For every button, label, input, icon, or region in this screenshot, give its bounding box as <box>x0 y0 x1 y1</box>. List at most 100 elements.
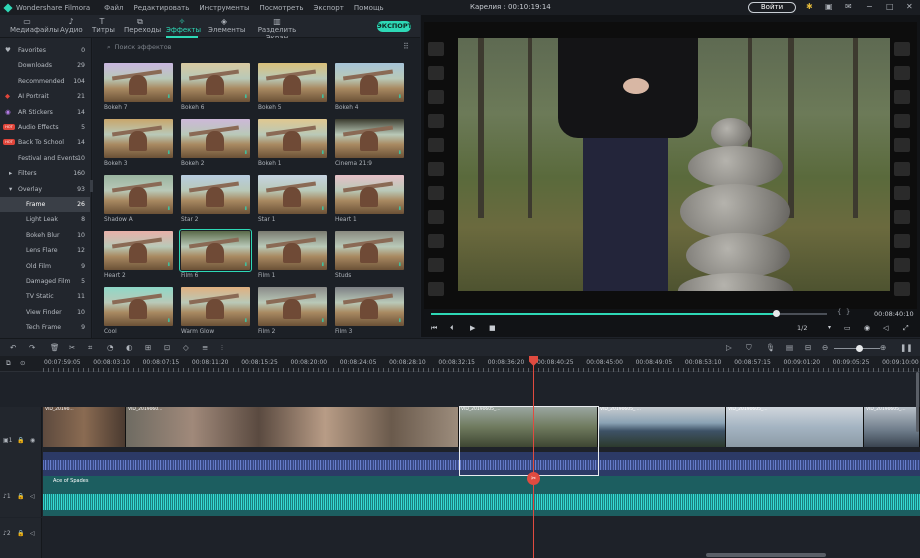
stop-icon[interactable]: ■ <box>489 324 496 332</box>
menu-export[interactable]: Экспорт <box>313 4 343 12</box>
download-icon[interactable]: ⬇ <box>167 150 171 156</box>
render-icon[interactable]: ▷ <box>726 343 732 352</box>
motion-icon[interactable]: ◇ <box>183 343 189 352</box>
effect-thumbnail[interactable]: ⬇ <box>104 231 173 270</box>
split-icon[interactable]: ✂ <box>69 343 75 352</box>
audio-mixer-icon[interactable]: ⫶ <box>221 343 223 352</box>
sidebar-item[interactable]: ▾ Overlay 93 <box>0 182 90 197</box>
effect-thumbnail[interactable]: ⬇ <box>258 287 327 326</box>
preview-quality-select[interactable]: 1/2 <box>797 324 807 332</box>
effect-thumbnail[interactable]: ⬇ <box>258 119 327 158</box>
effect-thumbnail[interactable]: ⬇ <box>335 231 404 270</box>
download-icon[interactable]: ⬇ <box>398 262 402 268</box>
step-back-icon[interactable]: ⏮ <box>431 324 437 333</box>
sidebar-item[interactable]: Damaged Film 5 <box>0 274 90 289</box>
effect-thumbnail[interactable]: ⬇ <box>104 175 173 214</box>
tab-titles[interactable]: T Титры <box>92 17 115 34</box>
eye-icon[interactable]: ◉ <box>30 437 35 444</box>
sidebar-item[interactable]: ◉ AR Stickers 14 <box>0 105 90 120</box>
track-icon[interactable]: ▤ <box>786 343 793 352</box>
frame-back-icon[interactable]: ⏴ <box>450 324 454 333</box>
maximize-icon[interactable]: □ <box>886 3 894 11</box>
download-icon[interactable]: ⬇ <box>321 94 325 100</box>
playhead-line[interactable] <box>533 356 534 558</box>
download-icon[interactable]: ⬇ <box>167 206 171 212</box>
video-clip[interactable]: VID_20190... <box>43 407 126 447</box>
sidebar-item[interactable]: Tech Frame 9 <box>0 320 90 335</box>
zoom-slider-knob[interactable] <box>856 345 863 352</box>
volume-icon[interactable]: ◁ <box>883 324 888 332</box>
link-icon[interactable]: ⊙ <box>20 359 25 368</box>
save-icon[interactable]: ▣ <box>825 3 833 11</box>
menu-view[interactable]: Посмотреть <box>259 4 303 12</box>
sidebar-item[interactable]: Frame 26 <box>0 197 90 212</box>
sidebar-item[interactable]: ♥ Favorites 0 <box>0 43 90 58</box>
effect-thumbnail[interactable]: ⬇ <box>335 175 404 214</box>
tab-effects[interactable]: ✧ Эффекты <box>166 17 201 34</box>
menu-file[interactable]: Файл <box>104 4 123 12</box>
tab-elements[interactable]: ◈ Элементы <box>208 17 245 34</box>
effect-thumbnail[interactable]: ⬇ <box>258 63 327 102</box>
video-clip[interactable]: VID_20190605_... <box>726 407 864 447</box>
marker-icon[interactable]: ⛉ <box>746 343 752 352</box>
tab-audio[interactable]: ♪ Аудио <box>60 17 83 34</box>
crop-icon[interactable]: ⌗ <box>88 343 92 352</box>
monitor-icon[interactable]: ▭ <box>844 324 851 332</box>
download-icon[interactable]: ⬇ <box>321 262 325 268</box>
zoom-in-icon[interactable]: ⊕ <box>880 343 886 352</box>
effect-thumbnail[interactable]: ⬇ <box>335 63 404 102</box>
video-clip[interactable]: VID_20190605_ ... <box>598 407 726 447</box>
effect-thumbnail[interactable]: ⬇ <box>258 231 327 270</box>
sidebar-item[interactable]: ▸ Filters 160 <box>0 166 90 181</box>
effect-thumbnail[interactable]: ⬇ <box>104 287 173 326</box>
speed-icon[interactable]: ◔ <box>107 343 114 352</box>
download-icon[interactable]: ⬇ <box>398 318 402 324</box>
sidebar-item[interactable]: Lens Flare 12 <box>0 243 90 258</box>
close-icon[interactable]: ✕ <box>906 3 913 11</box>
download-icon[interactable]: ⬇ <box>167 94 171 100</box>
sidebar-item[interactable]: Bokeh Blur 10 <box>0 228 90 243</box>
zoom-out-icon[interactable]: ⊖ <box>822 343 828 352</box>
menu-help[interactable]: Помощь <box>354 4 384 12</box>
sidebar-item[interactable]: TV Static 11 <box>0 289 90 304</box>
sidebar-item[interactable]: HOT Audio Effects 5 <box>0 120 90 135</box>
selected-clip-outline[interactable] <box>459 406 599 476</box>
tab-transitions[interactable]: ⧉ Переходы <box>124 17 161 34</box>
grid-view-icon[interactable]: ⠿ <box>403 42 409 51</box>
play-icon[interactable]: ▶ <box>470 324 475 332</box>
voiceover-icon[interactable]: 🎙 <box>766 343 776 352</box>
effect-thumbnail[interactable]: ⬇ <box>181 175 250 214</box>
effect-thumbnail[interactable]: ⬇ <box>335 287 404 326</box>
bulb-icon[interactable]: ✱ <box>806 3 813 11</box>
download-icon[interactable]: ⬇ <box>167 262 171 268</box>
effect-thumbnail[interactable]: ⬇ <box>104 63 173 102</box>
download-icon[interactable]: ⬇ <box>244 262 248 268</box>
download-icon[interactable]: ⬇ <box>321 150 325 156</box>
speaker-icon[interactable]: ◁ <box>30 530 35 537</box>
download-icon[interactable]: ⬇ <box>398 150 402 156</box>
video-clip[interactable]: VID_20190605_... <box>864 407 920 447</box>
tab-media[interactable]: ▭ Медиафайлы <box>10 17 59 34</box>
lock-icon[interactable]: 🔒 <box>17 530 24 537</box>
menu-tools[interactable]: Инструменты <box>199 4 249 12</box>
effect-thumbnail[interactable]: ⬇ <box>335 119 404 158</box>
mail-icon[interactable]: ✉ <box>845 3 852 11</box>
chevron-icon[interactable]: ▾ <box>9 182 12 197</box>
fullscreen-icon[interactable]: ⤢ <box>903 324 909 333</box>
video-clip[interactable]: VID_2019060... <box>126 407 459 447</box>
login-button[interactable]: Войти <box>748 2 796 13</box>
download-icon[interactable]: ⬇ <box>321 318 325 324</box>
download-icon[interactable]: ⬇ <box>398 206 402 212</box>
effect-thumbnail[interactable]: ⬇ <box>181 119 250 158</box>
pause-icon[interactable]: ❚❚ <box>900 343 913 352</box>
menu-edit[interactable]: Редактировать <box>134 4 190 12</box>
in-out-markers-icon[interactable]: { } <box>837 308 850 316</box>
download-icon[interactable]: ⬇ <box>244 206 248 212</box>
sidebar-item[interactable]: View Finder 10 <box>0 305 90 320</box>
download-icon[interactable]: ⬇ <box>244 94 248 100</box>
undo-icon[interactable]: ↶ <box>10 343 16 352</box>
timeline-horizontal-scrollbar[interactable] <box>706 553 826 557</box>
effect-thumbnail[interactable]: ⬇ <box>179 229 252 272</box>
speaker-icon[interactable]: ◁ <box>30 493 35 500</box>
fit-icon[interactable]: ⊡ <box>164 343 170 352</box>
